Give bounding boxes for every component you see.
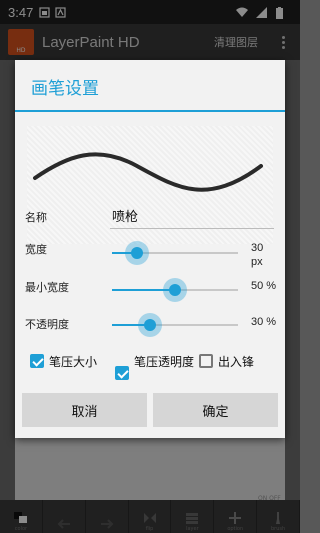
opacity-label: 不透明度 — [25, 318, 69, 331]
brush-name-input[interactable] — [110, 203, 274, 229]
opacity-slider-thumb[interactable] — [143, 319, 156, 331]
ok-button[interactable]: 确定 — [153, 393, 278, 427]
width-slider[interactable] — [112, 238, 238, 268]
min-width-label: 最小宽度 — [25, 281, 69, 294]
pen-pressure-opacity-checkbox[interactable]: 笔压透明度 — [115, 354, 195, 380]
cancel-button[interactable]: 取消 — [22, 393, 147, 427]
width-unit: px — [251, 256, 263, 268]
checkbox-box[interactable] — [115, 366, 129, 380]
brush-settings-dialog: 画笔设置 名称 宽度 30 px 最小宽度 50 % 不透明度 30 % 笔压大… — [15, 60, 285, 438]
name-label: 名称 — [25, 211, 47, 224]
opacity-slider[interactable] — [112, 310, 238, 340]
pen-pressure-size-label: 笔压大小 — [49, 355, 98, 369]
fade-in-out-checkbox[interactable]: 出入锋 — [199, 353, 254, 370]
opacity-value: 30 % — [251, 316, 277, 328]
min-width-slider-thumb[interactable] — [169, 284, 181, 296]
pen-pressure-opacity-label: 笔压透明度 — [134, 355, 195, 369]
checkbox-box[interactable] — [199, 354, 213, 368]
width-label: 宽度 — [25, 243, 47, 256]
fade-in-out-label: 出入锋 — [218, 355, 255, 369]
checkbox-box[interactable] — [30, 354, 44, 368]
width-value: 30 — [251, 242, 264, 254]
min-width-value: 50 % — [251, 280, 277, 292]
min-width-slider[interactable] — [112, 275, 238, 305]
dialog-title: 画笔设置 — [31, 79, 99, 99]
pen-pressure-size-checkbox[interactable]: 笔压大小 — [30, 353, 97, 370]
title-divider — [15, 110, 285, 112]
